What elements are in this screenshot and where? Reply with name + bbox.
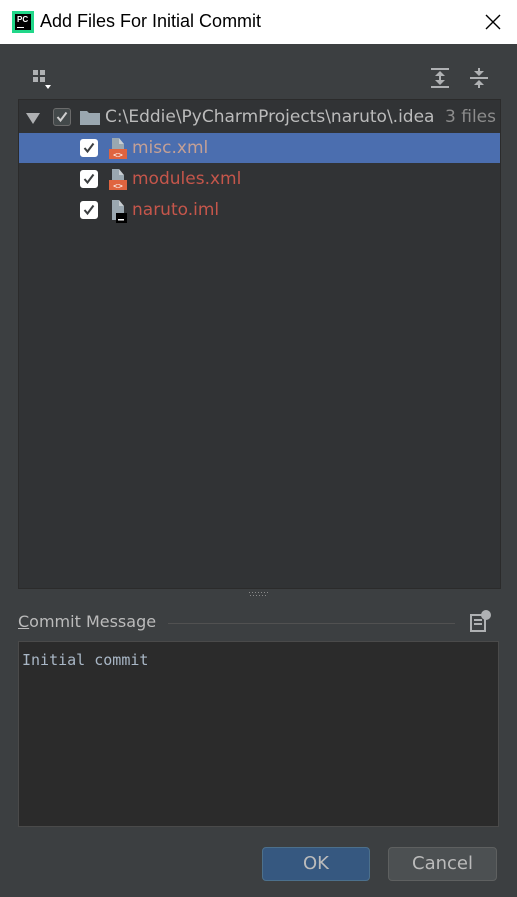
iml-file-icon [112,200,127,223]
commit-message-input[interactable]: Initial commit [18,641,499,827]
file-checkbox[interactable] [80,139,98,157]
splitter-handle[interactable] [249,591,269,597]
xml-file-icon: <> [109,138,127,160]
file-name: modules.xml [132,169,242,189]
checkmark-icon [83,142,95,154]
file-count: 3 files [445,107,496,127]
close-icon [485,14,501,30]
tree-file-row[interactable]: <> modules.xml [19,164,500,194]
group-by-button[interactable] [30,66,54,90]
xml-file-icon: <> [109,169,127,191]
expand-arrow-icon[interactable] [26,113,40,124]
changes-tree[interactable]: C:\Eddie\PyCharmProjects\naruto\.idea 3 … [18,99,501,589]
commit-message-text[interactable]: Initial commit [22,651,148,669]
checkmark-icon [83,204,95,216]
checkmark-icon [83,173,95,185]
commit-history-button[interactable] [468,609,494,639]
separator-line [168,623,455,624]
commit-history-icon [470,610,491,632]
tree-root-row[interactable]: C:\Eddie\PyCharmProjects\naruto\.idea 3 … [19,102,500,132]
file-name: misc.xml [132,138,209,158]
commit-message-label: Commit Message [18,612,156,631]
pycharm-logo-icon: PC [12,11,34,33]
tree-file-row[interactable]: <> misc.xml [19,133,500,163]
svg-text:<>: <> [113,182,123,191]
root-path: C:\Eddie\PyCharmProjects\naruto\.idea [105,107,435,127]
cancel-button[interactable]: Cancel [388,847,497,881]
group-by-icon [33,70,51,89]
window-title: Add Files For Initial Commit [40,11,262,31]
folder-icon [80,111,100,125]
tree-file-row[interactable]: naruto.iml [19,195,500,225]
expand-all-button[interactable] [428,66,452,90]
title-bar: PC Add Files For Initial Commit [0,0,517,44]
collapse-all-icon [470,68,488,88]
file-name: naruto.iml [132,200,220,220]
svg-text:<>: <> [113,151,123,160]
expand-all-icon [431,68,449,88]
commit-label-rest: ommit Message [29,612,157,631]
collapse-all-button[interactable] [467,66,491,90]
checkmark-icon [56,111,68,123]
commit-label-mnemonic: C [18,612,30,631]
file-checkbox[interactable] [80,170,98,188]
root-checkbox[interactable] [53,108,71,126]
ok-button[interactable]: OK [262,847,370,881]
file-checkbox[interactable] [80,201,98,219]
close-button[interactable] [483,12,503,32]
app-logo-text: PC [17,15,29,24]
